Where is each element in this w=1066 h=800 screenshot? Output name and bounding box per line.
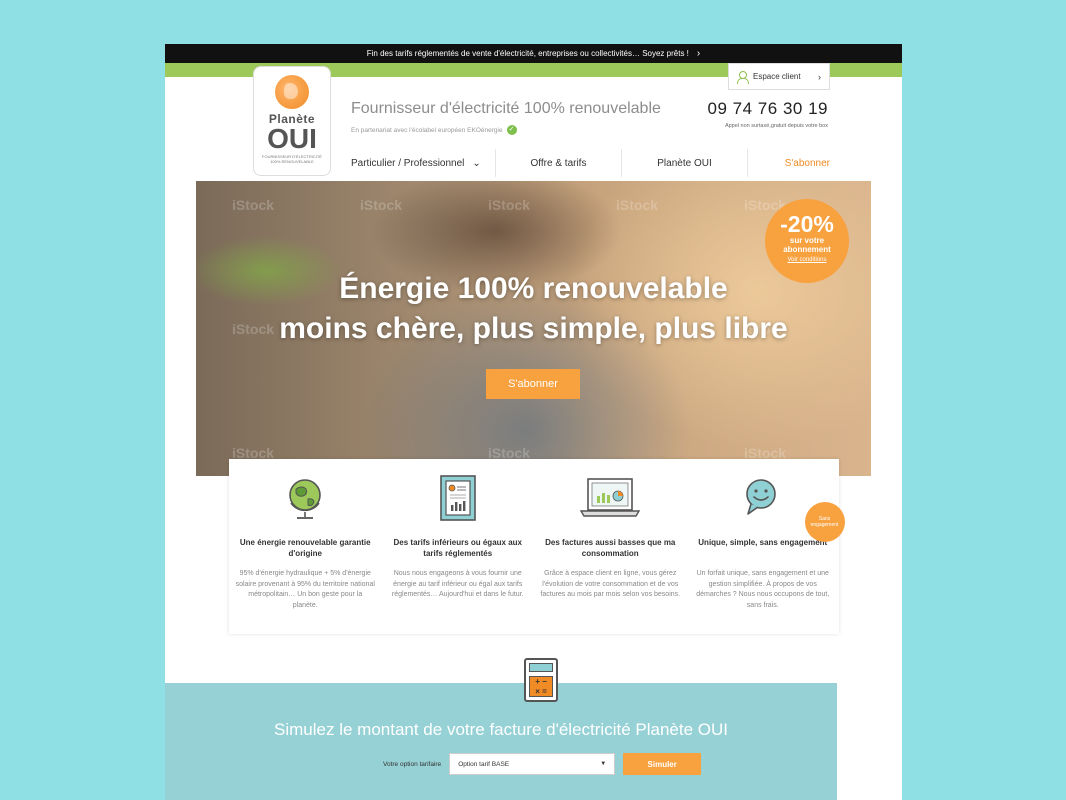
nav-offre-tarifs[interactable]: Offre & tarifs — [496, 149, 622, 177]
chevron-down-icon: ⌄ — [472, 157, 481, 169]
main-nav: Particulier / Professionnel ⌄ Offre & ta… — [351, 149, 830, 177]
feature-title: Une énergie renouvelable garantie d'orig… — [239, 538, 371, 558]
feature-title: Des tarifs inférieurs ou égaux aux tarif… — [393, 538, 523, 558]
chevron-right-icon: › — [818, 71, 821, 82]
simulator-form: Votre option tarifaire Option tarif BASE… — [383, 753, 702, 775]
planete-oui-logo[interactable]: Planète OUI FOURNISSEUR D'ÉLECTRICITÉ 10… — [253, 66, 331, 176]
ekoenergie-check-icon: ✓ — [506, 125, 517, 135]
simulate-button[interactable]: Simuler — [623, 753, 702, 775]
partner-note: En partenariat avec l'écolabel européen … — [351, 125, 517, 135]
feature-card: Une énergie renouvelable garantie d'orig… — [229, 459, 382, 634]
feature-title: Des factures aussi basses que ma consomm… — [545, 538, 676, 558]
feature-card: Des factures aussi basses que ma consomm… — [534, 459, 687, 634]
feature-title: Unique, simple, sans engagement — [698, 538, 828, 547]
globe-icon — [235, 473, 376, 523]
istock-watermark: iStock — [616, 197, 659, 213]
user-icon — [737, 70, 749, 84]
calculator-icon: + − × = — [524, 658, 558, 702]
istock-watermark: iStock — [232, 197, 275, 213]
espace-client-label: Espace client — [753, 72, 801, 81]
nav-sabonner[interactable]: S'abonner — [748, 149, 830, 177]
nav-label: Particulier / Professionnel — [351, 157, 465, 169]
globe-logo-icon — [275, 75, 309, 109]
promo-line-2: abonnement — [783, 245, 831, 254]
nav-label: Planète OUI — [657, 157, 712, 169]
site-header: Planète OUI FOURNISSEUR D'ÉLECTRICITÉ 10… — [165, 63, 902, 181]
feature-card: Des tarifs inférieurs ou égaux aux tarif… — [382, 459, 535, 634]
announcement-text: Fin des tarifs réglementés de vente d'él… — [366, 49, 689, 58]
hero-title-line-1: Énergie 100% renouvelable — [339, 272, 728, 305]
logo-oui-text: OUI — [267, 123, 317, 154]
dropdown-arrow-icon: ▼ — [600, 761, 607, 767]
promo-line-1: sur votre — [789, 236, 825, 245]
feature-text: Un forfait unique, sans engagement et un… — [696, 570, 830, 609]
option-label: Votre option tarifaire — [383, 760, 442, 768]
simulator-title: Simulez le montant de votre facture d'él… — [274, 720, 728, 739]
phone-number[interactable]: 09 74 76 30 19 — [708, 99, 828, 119]
document-chart-icon — [388, 473, 529, 523]
tariff-option-select[interactable]: Option tarif BASE ▼ — [449, 753, 616, 775]
nav-planete-oui[interactable]: Planète OUI — [622, 149, 748, 177]
istock-watermark: iStock — [488, 197, 531, 213]
laptop-chart-icon — [540, 473, 681, 523]
simulator-section: Simulez le montant de votre facture d'él… — [165, 683, 837, 800]
espace-client-button[interactable]: Espace client › — [728, 63, 830, 90]
logo-subline: FOURNISSEUR D'ÉLECTRICITÉ 100% RENOUVELA… — [262, 154, 322, 164]
hero-banner: iStock iStock iStock iStock iStock iStoc… — [196, 181, 871, 476]
hero-subscribe-button[interactable]: S'abonner — [486, 369, 580, 399]
chevron-right-icon: › — [696, 48, 701, 59]
promo-badge[interactable]: -20% sur votre abonnement Voir condition… — [765, 199, 849, 283]
calculator-keys: + − × = — [529, 676, 553, 697]
page: Fin des tarifs réglementés de vente d'él… — [165, 44, 902, 800]
features-panel: Une énergie renouvelable garantie d'orig… — [229, 459, 845, 634]
phone-note: Appel non surtaxé,gratuit depuis votre b… — [724, 123, 828, 129]
feature-card: Sans engagement Unique, simple, sans eng… — [687, 459, 845, 634]
hero-title: Énergie 100% renouvelable moins chère, p… — [196, 269, 871, 349]
nav-label: S'abonner — [784, 157, 830, 169]
select-value: Option tarif BASE — [458, 760, 510, 768]
sans-engagement-badge: Sans engagement — [804, 502, 845, 542]
tagline: Fournisseur d'électricité 100% renouvela… — [351, 100, 661, 117]
feature-text: 95% d'énergie hydraulique + 5% d'énergie… — [235, 570, 375, 609]
istock-watermark: iStock — [360, 197, 403, 213]
nav-particulier-professionnel[interactable]: Particulier / Professionnel ⌄ — [351, 149, 496, 177]
feature-text: Grâce à espace client en ligne, vous gér… — [540, 570, 681, 598]
announcement-bar[interactable]: Fin des tarifs réglementés de vente d'él… — [165, 44, 902, 63]
feature-text: Nous nous engageons à vous fournir une é… — [391, 570, 524, 598]
promo-value: -20% — [780, 211, 834, 237]
calculator-screen — [529, 663, 553, 672]
partner-text: En partenariat avec l'écolabel européen … — [351, 126, 503, 134]
hero-title-line-2: moins chère, plus simple, plus libre — [279, 312, 788, 345]
promo-conditions-link[interactable]: Voir conditions — [765, 257, 849, 263]
nav-label: Offre & tarifs — [530, 157, 587, 169]
